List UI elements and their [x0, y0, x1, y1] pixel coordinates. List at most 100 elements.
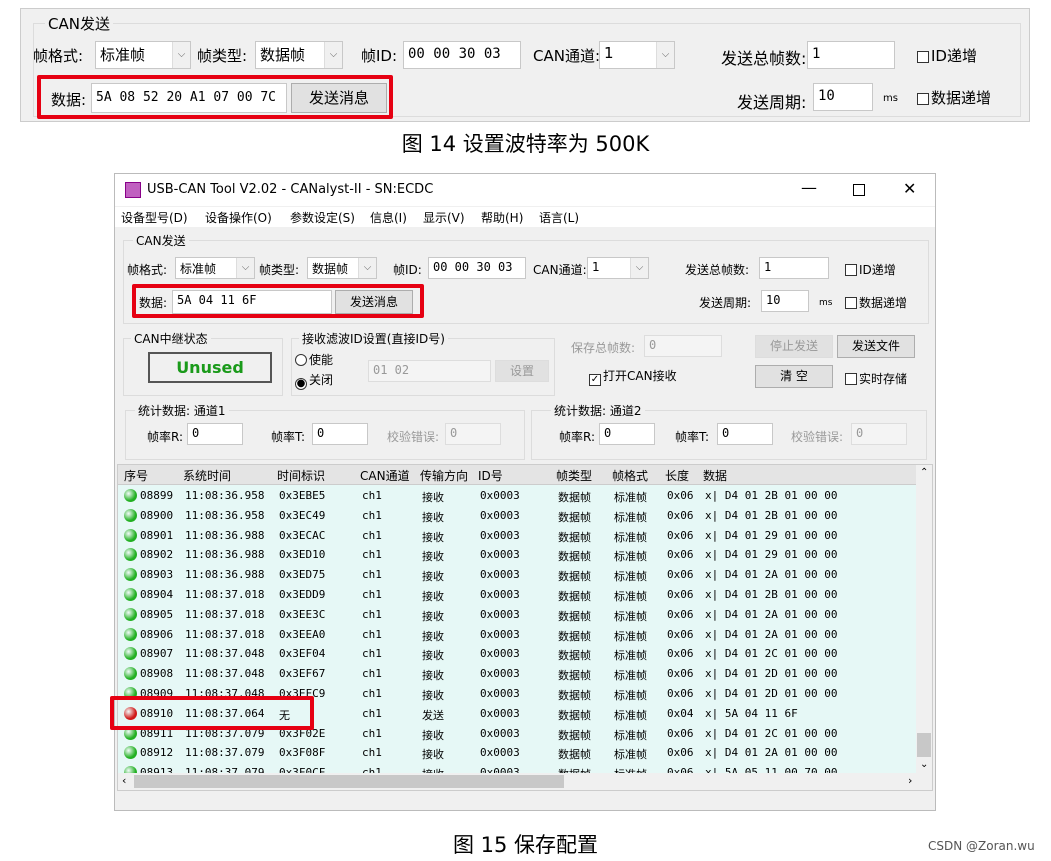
- cell-direction: 接收: [422, 491, 444, 504]
- highlight-box: [132, 284, 424, 318]
- cell-frame-format: 标准帧: [614, 530, 647, 544]
- frame-id-input[interactable]: 00 00 30 03: [403, 41, 521, 69]
- table-row[interactable]: 08902 11:08:36.988 0x3ED10 ch1 接收 0x0003 数据帧 标准…: [118, 545, 923, 565]
- realtime-save-checkbox[interactable]: 实时存储: [845, 370, 907, 387]
- clear-button[interactable]: 清 空: [755, 365, 833, 388]
- cell-system-time: 11:08:36.988: [185, 548, 265, 562]
- scroll-down-icon[interactable]: ⌄: [920, 759, 928, 770]
- table-row[interactable]: 08903 11:08:36.988 0x3ED75 ch1 接收 0x0003 数据帧 标准…: [118, 565, 923, 585]
- frame-type-value: 数据帧: [260, 46, 306, 64]
- filter-ids-input[interactable]: 01 02: [368, 360, 491, 382]
- cell-data: x| D4 01 2D 01 00 00: [705, 687, 838, 700]
- frame-type-select[interactable]: 数据帧 ⌵: [307, 257, 377, 279]
- header-seq[interactable]: 序号: [124, 467, 148, 484]
- menu-parameters[interactable]: 参数设定(S): [290, 209, 355, 226]
- watermark: CSDN @Zoran.wu: [928, 839, 1035, 853]
- channel-select[interactable]: 1 ⌵: [587, 257, 649, 279]
- menu-display[interactable]: 显示(V): [423, 209, 465, 226]
- ch2-rate-t-input[interactable]: 0: [717, 423, 773, 445]
- header-frame-type[interactable]: 帧类型: [556, 467, 592, 484]
- total-input[interactable]: 1: [807, 41, 895, 69]
- total-input[interactable]: 1: [759, 257, 829, 279]
- header-direction[interactable]: 传输方向: [420, 467, 468, 484]
- table-row[interactable]: 08900 11:08:36.958 0x3EC49 ch1 接收 0x0003 数据帧 标准…: [118, 506, 923, 526]
- scroll-thumb[interactable]: [917, 733, 931, 757]
- header-frame-format[interactable]: 帧格式: [612, 467, 648, 484]
- scroll-thumb-h[interactable]: [134, 775, 564, 788]
- green-status-icon: [124, 667, 137, 681]
- menu-help[interactable]: 帮助(H): [481, 209, 523, 226]
- filter-disable-radio[interactable]: ● 关闭: [295, 371, 333, 390]
- header-channel[interactable]: CAN通道: [360, 467, 410, 484]
- table-row[interactable]: 08907 11:08:37.048 0x3EF04 ch1 接收 0x0003 数据帧 标准…: [118, 644, 923, 664]
- frame-format-label: 帧格式:: [33, 47, 84, 65]
- table-row[interactable]: 08901 11:08:36.988 0x3ECAC ch1 接收 0x0003 数据帧 标准…: [118, 526, 923, 546]
- cell-system-time: 11:08:36.988: [185, 568, 265, 582]
- ch1-rate-r-input[interactable]: 0: [187, 423, 243, 445]
- close-button[interactable]: ✕: [903, 179, 916, 198]
- figure-15-caption: 图 15 保存配置: [452, 833, 599, 857]
- horizontal-scrollbar[interactable]: ‹ ›: [118, 773, 932, 790]
- minimize-button[interactable]: —: [801, 178, 817, 197]
- data-increment-checkbox[interactable]: 数据递增: [917, 87, 991, 108]
- scroll-up-icon[interactable]: ⌃: [920, 467, 928, 478]
- cell-system-time: 11:08:37.018: [185, 607, 265, 621]
- id-increment-checkbox[interactable]: ID递增: [917, 45, 977, 66]
- header-data[interactable]: 数据: [703, 467, 727, 484]
- open-can-receive-checkbox[interactable]: ✓ 打开CAN接收: [589, 367, 677, 386]
- cell-frame-format: 标准帧: [614, 570, 647, 584]
- relay-status-button[interactable]: Unused: [148, 352, 272, 383]
- ch2-error-input[interactable]: 0: [851, 423, 907, 445]
- table-row[interactable]: 08899 11:08:36.958 0x3EBE5 ch1 接收 0x0003 数据帧 标准…: [118, 486, 923, 506]
- menu-info[interactable]: 信息(I): [370, 209, 407, 226]
- header-system-time[interactable]: 系统时间: [183, 467, 231, 484]
- frame-format-select[interactable]: 标准帧 ⌵: [175, 257, 255, 279]
- header-id[interactable]: ID号: [478, 467, 503, 484]
- cell-seq: 08912: [140, 746, 174, 760]
- cell-channel: ch1: [362, 706, 382, 720]
- period-input[interactable]: 10: [761, 290, 809, 312]
- header-length[interactable]: 长度: [665, 467, 689, 484]
- menu-language[interactable]: 语言(L): [539, 209, 579, 226]
- header-timestamp[interactable]: 时间标识: [277, 467, 325, 484]
- stop-send-button[interactable]: 停止发送: [755, 335, 833, 358]
- maximize-button[interactable]: [853, 184, 865, 196]
- cell-direction: 接收: [422, 590, 444, 603]
- cell-channel: ch1: [362, 627, 382, 641]
- cell-direction: 接收: [422, 510, 444, 524]
- cell-frame-type: 数据帧: [558, 629, 591, 643]
- cell-frame-type: 数据帧: [558, 728, 591, 742]
- period-input[interactable]: 10: [813, 83, 873, 111]
- cell-length: 0x04: [667, 706, 694, 720]
- data-increment-checkbox[interactable]: 数据递增: [845, 294, 907, 311]
- table-row[interactable]: 08906 11:08:37.018 0x3EEA0 ch1 接收 0x0003 数据帧 标准…: [118, 625, 923, 645]
- ch1-rate-t-input[interactable]: 0: [312, 423, 368, 445]
- ms-unit: ms: [883, 93, 898, 104]
- scroll-left-icon[interactable]: ‹: [122, 774, 126, 787]
- ch1-error-input[interactable]: 0: [445, 423, 501, 445]
- table-row[interactable]: 08908 11:08:37.048 0x3EF67 ch1 接收 0x0003 数据帧 标准…: [118, 664, 923, 684]
- filter-enable-radio[interactable]: 使能: [295, 351, 333, 368]
- cell-frame-type: 数据帧: [558, 669, 591, 683]
- channel-select[interactable]: 1 ⌵: [599, 41, 675, 69]
- frame-type-select[interactable]: 数据帧 ⌵: [255, 41, 343, 69]
- table-row[interactable]: 08905 11:08:37.018 0x3EE3C ch1 接收 0x0003 数据帧 标准…: [118, 605, 923, 625]
- ch2-rate-r-input[interactable]: 0: [599, 423, 655, 445]
- menu-device-operation[interactable]: 设备操作(O): [205, 209, 272, 226]
- cell-frame-format: 标准帧: [614, 629, 647, 643]
- group-title: CAN发送: [45, 13, 113, 34]
- filter-set-button[interactable]: 设置: [495, 360, 549, 382]
- cell-timestamp: 0x3EE3C: [279, 607, 326, 621]
- id-increment-checkbox[interactable]: ID递增: [845, 261, 896, 278]
- cell-data: x| D4 01 2B 01 00 00: [705, 489, 838, 502]
- cell-frame-format: 标准帧: [614, 708, 647, 722]
- frame-format-select[interactable]: 标准帧 ⌵: [95, 41, 191, 69]
- menu-device-model[interactable]: 设备型号(D): [121, 209, 188, 226]
- table-row[interactable]: 08904 11:08:37.018 0x3EDD9 ch1 接收 0x0003 数据帧 标准…: [118, 585, 923, 605]
- frame-id-input[interactable]: 00 00 30 03: [428, 257, 526, 279]
- vertical-scrollbar[interactable]: ⌃ ⌄: [916, 465, 932, 775]
- scroll-right-icon[interactable]: ›: [908, 774, 912, 787]
- save-total-input[interactable]: 0: [644, 335, 722, 357]
- send-file-button[interactable]: 发送文件: [837, 335, 915, 358]
- table-row[interactable]: 08912 11:08:37.079 0x3F08F ch1 接收 0x0003 数据帧 标准…: [118, 743, 923, 763]
